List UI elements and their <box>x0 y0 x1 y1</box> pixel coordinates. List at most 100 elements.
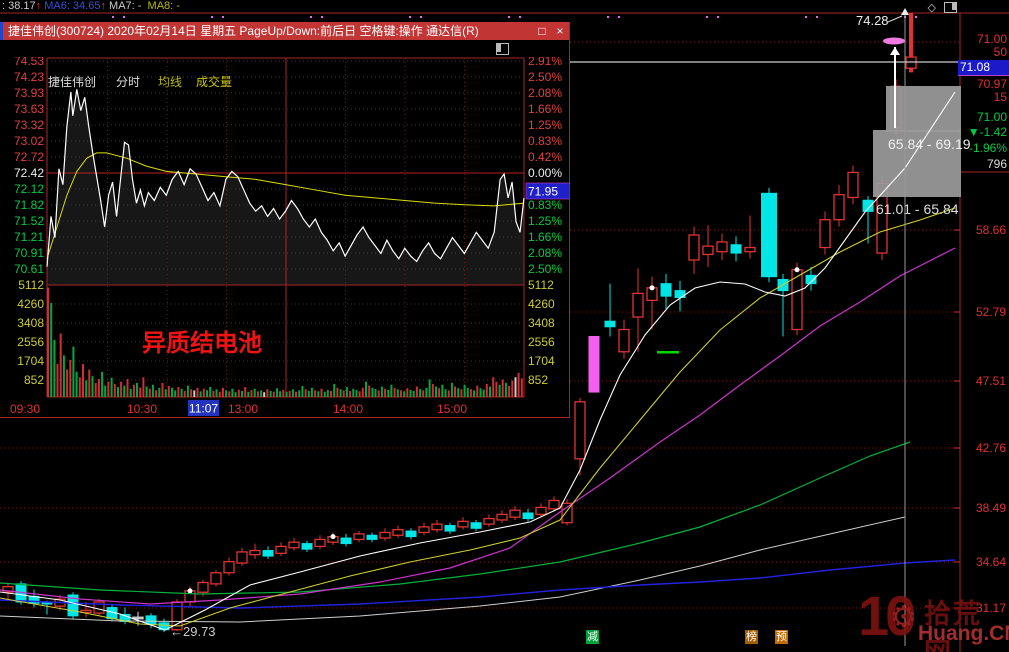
panel-layout-icon[interactable] <box>944 2 957 13</box>
volume-bar <box>435 387 437 398</box>
volume-bar <box>454 387 456 398</box>
volume-bar <box>200 391 202 397</box>
percent-axis-label: 1.66% <box>528 230 562 244</box>
volume-bar <box>349 391 351 397</box>
event-marker[interactable]: 榜 <box>745 630 758 644</box>
volume-bar <box>502 380 504 398</box>
percent-axis-label: 0.83% <box>528 198 562 212</box>
percent-axis-label: 2.50% <box>528 262 562 276</box>
volume-bar <box>69 360 71 397</box>
volume-bar <box>441 385 443 397</box>
percent-axis-label: 2.91% <box>528 57 562 68</box>
ma-line-250 <box>0 560 955 608</box>
volume-bar <box>356 390 358 397</box>
volume-bar <box>193 390 195 397</box>
quote-panel-value: 71.00 <box>977 32 1007 46</box>
volume-bar <box>92 376 94 397</box>
volume-bar <box>171 388 173 397</box>
volume-axis-label: 852 <box>24 373 44 387</box>
volume-bar <box>464 385 466 397</box>
volume-bar <box>480 388 482 397</box>
quote-panel-value: 71.00 <box>977 110 1007 124</box>
candlestick <box>432 524 442 530</box>
volume-bar <box>168 386 170 397</box>
percent-axis-label: 0.42% <box>528 150 562 164</box>
tdx-application-window: 58.6652.7947.5142.7638.4934.6431.1765.84… <box>0 0 1009 652</box>
dotted-line-fragment <box>805 16 807 18</box>
volume-bar <box>197 388 199 397</box>
candlestick <box>250 551 260 555</box>
candlestick <box>289 542 299 548</box>
volume-bar <box>336 388 338 397</box>
intraday-popup-window[interactable]: 捷佳伟创(300724) 2020年02月14日 星期五 PageUp/Down… <box>0 22 570 418</box>
candlestick <box>549 500 559 508</box>
volume-bar <box>111 378 113 397</box>
split-view-icon[interactable] <box>496 43 509 55</box>
volume-bar <box>400 390 402 397</box>
volume-bar <box>340 389 342 397</box>
quote-panel-value: 15 <box>994 90 1007 104</box>
volume-bar <box>88 370 90 397</box>
event-marker[interactable]: 减 <box>586 630 599 644</box>
candlestick <box>731 245 741 253</box>
ma-line-60 <box>0 442 910 594</box>
dotted-line-fragment <box>607 16 609 18</box>
volume-bar <box>266 389 268 397</box>
candlestick <box>820 220 830 248</box>
volume-bar <box>422 390 424 397</box>
close-button[interactable]: × <box>551 22 569 40</box>
volume-bar <box>432 384 434 397</box>
volume-bar <box>165 389 167 397</box>
volume-bar <box>378 390 380 397</box>
price-axis-label: 71.52 <box>14 214 44 228</box>
volume-bar <box>146 387 148 398</box>
volume-bar <box>63 355 65 397</box>
candlestick <box>224 562 234 573</box>
candlestick <box>354 534 364 540</box>
volume-bar <box>368 386 370 397</box>
maximize-button[interactable]: □ <box>533 22 551 40</box>
candle-marker-dot <box>331 534 336 539</box>
volume-bar <box>505 383 507 397</box>
volume-bar <box>174 390 176 397</box>
popup-title-bar[interactable]: 捷佳伟创(300724) 2020年02月14日 星期五 PageUp/Down… <box>0 22 569 40</box>
volume-bar <box>476 386 478 397</box>
candlestick <box>211 573 221 584</box>
percent-axis-label: 2.08% <box>528 246 562 260</box>
volume-axis-label: 1704 <box>528 354 555 368</box>
volume-axis-label: 4260 <box>528 297 555 311</box>
gear-icon: ⚙ <box>890 600 917 635</box>
volume-bar <box>394 388 396 397</box>
volume-bar <box>219 392 221 397</box>
volume-bar <box>158 388 160 397</box>
volume-bar <box>238 390 240 397</box>
time-axis-label: 10:30 <box>127 402 157 416</box>
ma-line-120 <box>0 517 905 622</box>
volume-bar <box>53 340 55 397</box>
candlestick <box>589 336 599 392</box>
volume-bar <box>187 386 189 397</box>
volume-bar <box>483 390 485 397</box>
quote-panel-value: 796 <box>987 157 1007 171</box>
volume-bar <box>515 377 517 397</box>
volume-bar <box>330 391 332 397</box>
candlestick <box>703 246 713 254</box>
volume-bar <box>209 387 211 397</box>
volume-bar <box>130 389 132 397</box>
volume-bar <box>251 390 253 397</box>
price-axis-label: 72.12 <box>14 182 44 196</box>
site-watermark: 10 ⚙ 拾荒网 Huang.CN <box>852 586 1009 652</box>
dotted-line-fragment <box>717 16 719 18</box>
volume-bar <box>460 389 462 397</box>
ma-indicator-header: : 38.17↑ MA6: 34.65↑ MA7: - MA8: - <box>2 0 180 13</box>
volume-bar <box>343 390 345 397</box>
quote-panel-value: ▼-1.42 <box>968 125 1007 139</box>
volume-bar <box>508 386 510 397</box>
event-marker[interactable]: 预 <box>775 630 788 644</box>
green-dash-marker <box>657 351 679 354</box>
price-axis-label: 73.02 <box>14 134 44 148</box>
volume-axis-label: 3408 <box>528 316 555 330</box>
right-quote-panel: 71.005070.971571.00▼-1.42-1.96%79671.08 <box>961 13 1009 652</box>
candlestick <box>619 330 629 352</box>
volume-bar <box>410 390 412 397</box>
